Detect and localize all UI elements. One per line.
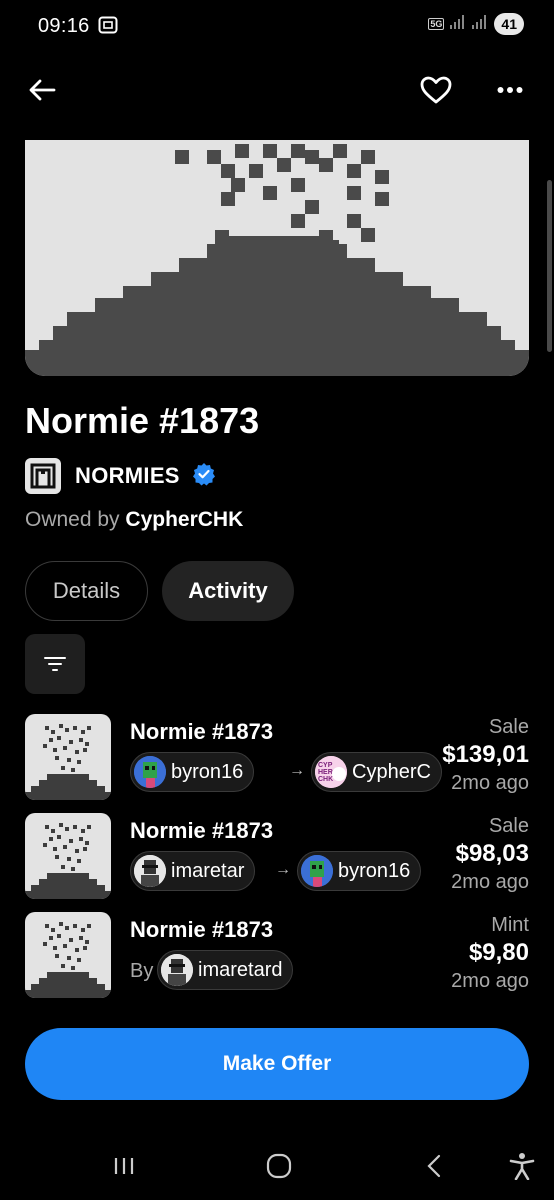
avatar: [301, 855, 333, 887]
collection-logo: [25, 458, 61, 494]
signal-icon-2: [472, 14, 488, 34]
back-button[interactable]: [20, 68, 64, 112]
status-time: 09:16: [38, 15, 90, 37]
recent-apps-button[interactable]: [104, 1146, 144, 1186]
activity-details: Mint $9,80 2mo ago: [451, 912, 529, 994]
item-title: Normie #1873: [25, 400, 260, 441]
nft-image: [25, 140, 529, 376]
make-offer-button[interactable]: Make Offer: [25, 1028, 529, 1100]
minter-username: imaretard: [198, 958, 283, 981]
accessibility-button[interactable]: [502, 1146, 542, 1186]
item-thumbnail: [25, 813, 111, 899]
heart-icon: [420, 76, 452, 104]
activity-details: Sale $98,03 2mo ago: [451, 813, 529, 895]
recent-apps-icon: [114, 1158, 134, 1174]
svg-text:CYP: CYP: [318, 762, 333, 769]
owner-prefix: Owned by: [25, 508, 120, 531]
from-username: imaretar: [171, 859, 245, 882]
avatar: [134, 855, 166, 887]
home-button[interactable]: [259, 1146, 299, 1186]
activity-price: $139,01: [442, 741, 529, 768]
activity-time: 2mo ago: [451, 871, 529, 893]
activity-row[interactable]: Normie #1873 imaretar → byron16 Sale $98…: [25, 813, 529, 899]
item-thumbnail: [25, 912, 111, 998]
from-user-chip[interactable]: imaretar: [130, 851, 256, 891]
verified-badge-icon: [192, 462, 216, 491]
favorite-button[interactable]: [414, 68, 458, 112]
accessibility-icon: [509, 1153, 535, 1180]
more-options-button[interactable]: [488, 68, 532, 112]
avatar: [161, 954, 193, 986]
top-navigation: [0, 62, 554, 118]
item-thumbnail: [25, 714, 111, 800]
system-back-button[interactable]: [414, 1146, 454, 1186]
arrow-left-icon: [29, 79, 56, 101]
activity-type: Mint: [491, 914, 529, 936]
activity-item-name: Normie #1873: [130, 917, 274, 942]
activity-row[interactable]: Normie #1873 byron16 → CYP HER CHK CypherC…: [25, 714, 529, 800]
activity-row[interactable]: Normie #1873 By imaretard Mint $9,80 2mo…: [25, 912, 529, 998]
activity-time: 2mo ago: [451, 970, 529, 992]
activity-type: Sale: [488, 815, 529, 837]
home-icon: [266, 1153, 292, 1179]
avatar: CYP HER CHK: [315, 756, 347, 788]
system-navigation-bar: [0, 1130, 554, 1200]
collection-link[interactable]: NORMIES: [25, 458, 216, 494]
signal-icon: [450, 14, 466, 34]
transfer-arrow-icon: →: [275, 861, 291, 878]
activity-time: 2mo ago: [451, 772, 529, 794]
to-user-chip[interactable]: byron16: [297, 851, 422, 891]
owner-line: Owned by CypherCHK: [25, 508, 243, 532]
activity-price: $98,03: [455, 840, 529, 867]
tab-activity[interactable]: Activity: [162, 561, 294, 621]
filter-button[interactable]: [25, 634, 85, 694]
activity-item-name: Normie #1873: [130, 719, 274, 744]
activity-type: Sale: [488, 716, 529, 738]
battery-indicator: 41: [494, 13, 524, 35]
to-user-chip[interactable]: CYP HER CHK CypherC: [311, 752, 442, 792]
filter-lines-icon: [44, 657, 66, 671]
avatar: [134, 756, 166, 788]
scrollbar[interactable]: [547, 180, 552, 352]
from-username: byron16: [171, 760, 244, 783]
to-username: CypherC: [352, 760, 431, 783]
more-horizontal-icon: [497, 87, 523, 93]
screenshot-capture-icon: [98, 16, 118, 39]
network-type: 5G: [428, 18, 445, 30]
svg-text:CHK: CHK: [318, 776, 333, 783]
minter-user-chip[interactable]: imaretard: [157, 950, 294, 990]
transfer-arrow-icon: →: [289, 762, 305, 779]
chevron-left-icon: [427, 1154, 441, 1178]
activity-item-name: Normie #1873: [130, 818, 274, 843]
activity-price: $9,80: [468, 939, 529, 966]
from-user-chip[interactable]: byron16: [130, 752, 255, 792]
to-username: byron16: [338, 859, 411, 882]
activity-details: Sale $139,01 2mo ago: [442, 714, 529, 796]
owner-name[interactable]: CypherCHK: [125, 508, 243, 531]
tab-details[interactable]: Details: [25, 561, 148, 621]
svg-text:HER: HER: [318, 769, 333, 776]
minted-by-label: By: [130, 960, 154, 982]
status-bar: 09:16 5G 41: [0, 0, 554, 50]
collection-name: NORMIES: [75, 463, 180, 488]
